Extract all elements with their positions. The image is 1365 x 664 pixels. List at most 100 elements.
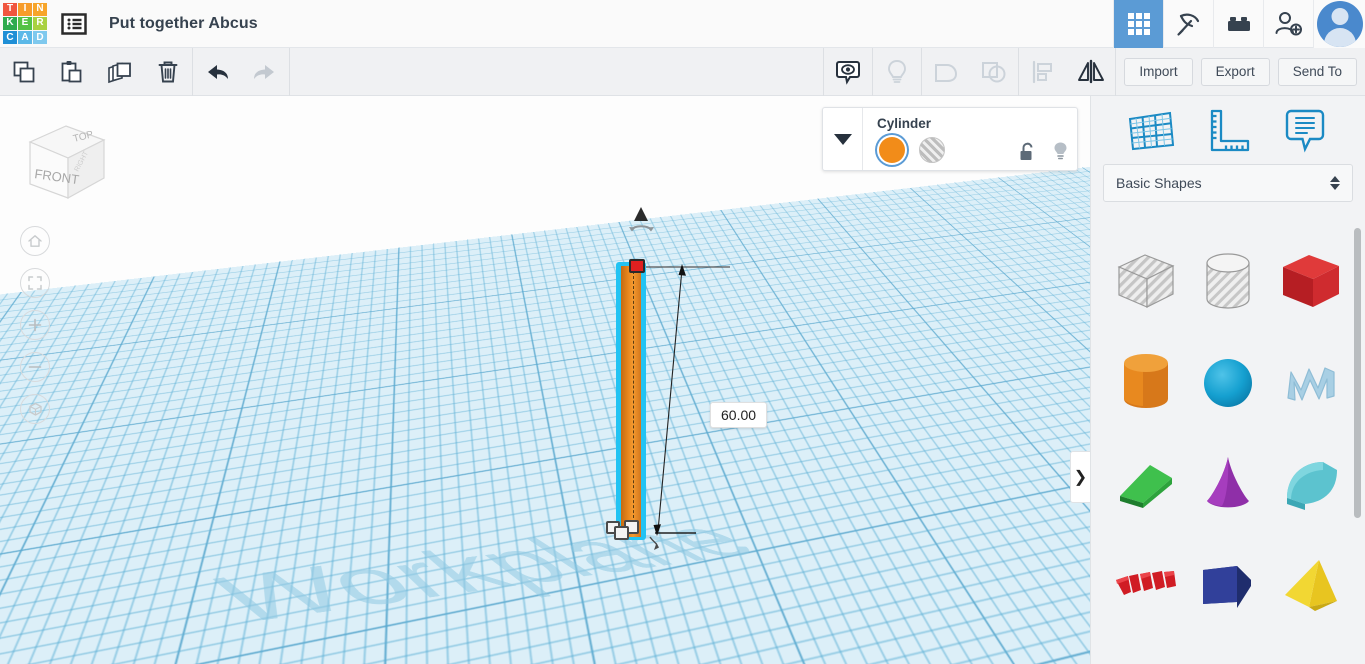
mirror-flip-icon[interactable] xyxy=(1067,48,1115,96)
shape-item-pentagon-prism[interactable] xyxy=(1187,539,1269,630)
shape-item-hole-cylinder[interactable] xyxy=(1187,236,1269,327)
cylinder-center-axis xyxy=(633,271,634,533)
ruler-icon[interactable] xyxy=(1200,106,1256,154)
align-mirror-tools xyxy=(1019,48,1115,96)
align-icon[interactable] xyxy=(1019,48,1067,96)
dimension-value-label[interactable]: 60.00 xyxy=(710,402,768,428)
lightbulb-hint-icon[interactable] xyxy=(873,48,921,96)
logo-tile: R xyxy=(33,16,47,31)
logo-letter: C xyxy=(6,31,14,43)
shape-item-cylinder[interactable] xyxy=(1105,337,1187,428)
right-sidebar: Basic Shapes xyxy=(1090,96,1365,664)
list-menu-icon[interactable] xyxy=(61,12,87,36)
shape-item-cone[interactable] xyxy=(1187,438,1269,529)
export-button[interactable]: Export xyxy=(1200,57,1270,86)
sort-updown-icon xyxy=(1330,176,1340,190)
toolbar-divider xyxy=(289,47,290,96)
panel-collapse-chevron-icon[interactable]: ❯ xyxy=(1070,451,1090,503)
shapes-grid xyxy=(1091,224,1365,664)
workplane-grid[interactable] xyxy=(0,96,1090,664)
shape-item-text-2[interactable] xyxy=(1105,640,1187,664)
shape-item-pyramid[interactable] xyxy=(1270,539,1352,630)
copy-icon[interactable] xyxy=(0,48,48,96)
shape-item-roof[interactable] xyxy=(1270,438,1352,529)
avatar-image xyxy=(1316,0,1363,47)
shape-item-scribble[interactable] xyxy=(1270,337,1352,428)
logo-tile: I xyxy=(18,2,32,16)
paste-icon[interactable] xyxy=(48,48,96,96)
height-resize-handle[interactable] xyxy=(629,259,645,273)
cylinder-object[interactable] xyxy=(621,266,641,537)
rotate-handle-top-icon[interactable] xyxy=(625,206,659,236)
header-right-controls xyxy=(1113,0,1365,48)
logo-letter: N xyxy=(36,3,44,15)
history-tools xyxy=(193,48,289,96)
logo-tile: A xyxy=(18,31,32,45)
shape-item-hole-box[interactable] xyxy=(1105,236,1187,327)
shape-item-polygon-2[interactable] xyxy=(1187,640,1269,664)
3d-canvas[interactable]: Workplane TOP FRONT RIGHT 60.00 ❯ xyxy=(0,96,1090,664)
undo-icon[interactable] xyxy=(193,48,241,96)
solid-color-swatch[interactable] xyxy=(879,137,905,163)
base-move-handle[interactable] xyxy=(614,526,629,540)
show-hide-eye-icon[interactable] xyxy=(824,48,872,96)
logo-tile: C xyxy=(3,31,17,45)
logo-letter: T xyxy=(6,3,14,15)
group-shapes-icon[interactable] xyxy=(922,48,970,96)
logo-tile: K xyxy=(3,16,17,31)
logo-letter: I xyxy=(23,3,27,15)
shape-library-value: Basic Shapes xyxy=(1116,175,1202,191)
tinkercad-logo[interactable]: T I N K E R C A D xyxy=(3,2,47,45)
sidebar-tool-row xyxy=(1091,96,1365,164)
object-panel-body: Cylinder xyxy=(863,108,1077,170)
hole-swatch[interactable] xyxy=(919,137,945,163)
unlock-icon[interactable] xyxy=(1019,142,1036,162)
codeblocks-pickaxe-icon[interactable] xyxy=(1163,0,1213,48)
home-view-icon[interactable] xyxy=(20,226,50,256)
logo-letter: A xyxy=(21,31,29,43)
logo-letter: K xyxy=(6,17,14,29)
view-tools xyxy=(824,48,872,96)
object-properties-panel: Cylinder xyxy=(822,107,1078,171)
tinkercad-app: T I N K E R C A D Put together Abcus Imp… xyxy=(0,0,1365,664)
duplicate-icon[interactable] xyxy=(96,48,144,96)
main-toolbar: Import Export Send To xyxy=(0,47,1365,96)
avatar[interactable] xyxy=(1313,0,1365,48)
io-buttons: Import Export Send To xyxy=(1116,48,1365,96)
fit-to-view-icon[interactable] xyxy=(20,268,50,298)
workplane-icon[interactable] xyxy=(1123,106,1179,154)
workplane-container: Workplane xyxy=(0,96,1090,664)
clipboard-tools xyxy=(0,48,192,96)
shapes-list[interactable] xyxy=(1091,224,1365,664)
shape-item-text[interactable] xyxy=(1105,539,1187,630)
shape-item-box[interactable] xyxy=(1270,236,1352,327)
page-title: Put together Abcus xyxy=(109,14,258,32)
group-tools xyxy=(922,48,1018,96)
notes-icon[interactable] xyxy=(1277,106,1333,154)
object-panel-icons xyxy=(1019,141,1069,162)
lego-brick-icon[interactable] xyxy=(1213,0,1263,48)
zoom-in-icon[interactable] xyxy=(20,310,50,340)
shape-item-wedge[interactable] xyxy=(1105,438,1187,529)
zoom-out-icon[interactable] xyxy=(20,352,50,382)
logo-letter: D xyxy=(36,31,44,43)
logo-tile: N xyxy=(33,2,47,16)
hint-tools xyxy=(873,48,921,96)
object-name-label: Cylinder xyxy=(877,116,932,131)
invite-person-icon[interactable] xyxy=(1263,0,1313,48)
ungroup-shapes-icon[interactable] xyxy=(970,48,1018,96)
shape-library-dropdown[interactable]: Basic Shapes xyxy=(1103,164,1353,202)
shapes-scrollbar[interactable] xyxy=(1354,228,1361,518)
shape-item-sphere[interactable] xyxy=(1187,337,1269,428)
view-cube[interactable]: TOP FRONT RIGHT xyxy=(16,114,112,210)
import-button[interactable]: Import xyxy=(1124,57,1193,86)
lightbulb-icon[interactable] xyxy=(1052,141,1069,162)
gallery-grid-icon[interactable] xyxy=(1113,0,1163,48)
orthographic-perspective-icon[interactable] xyxy=(20,394,50,424)
logo-letter: E xyxy=(21,17,29,29)
chevron-down-icon[interactable] xyxy=(823,108,863,170)
send-to-button[interactable]: Send To xyxy=(1277,57,1357,86)
shape-item-half-sphere[interactable] xyxy=(1270,640,1352,664)
delete-trash-icon[interactable] xyxy=(144,48,192,96)
redo-icon[interactable] xyxy=(241,48,289,96)
